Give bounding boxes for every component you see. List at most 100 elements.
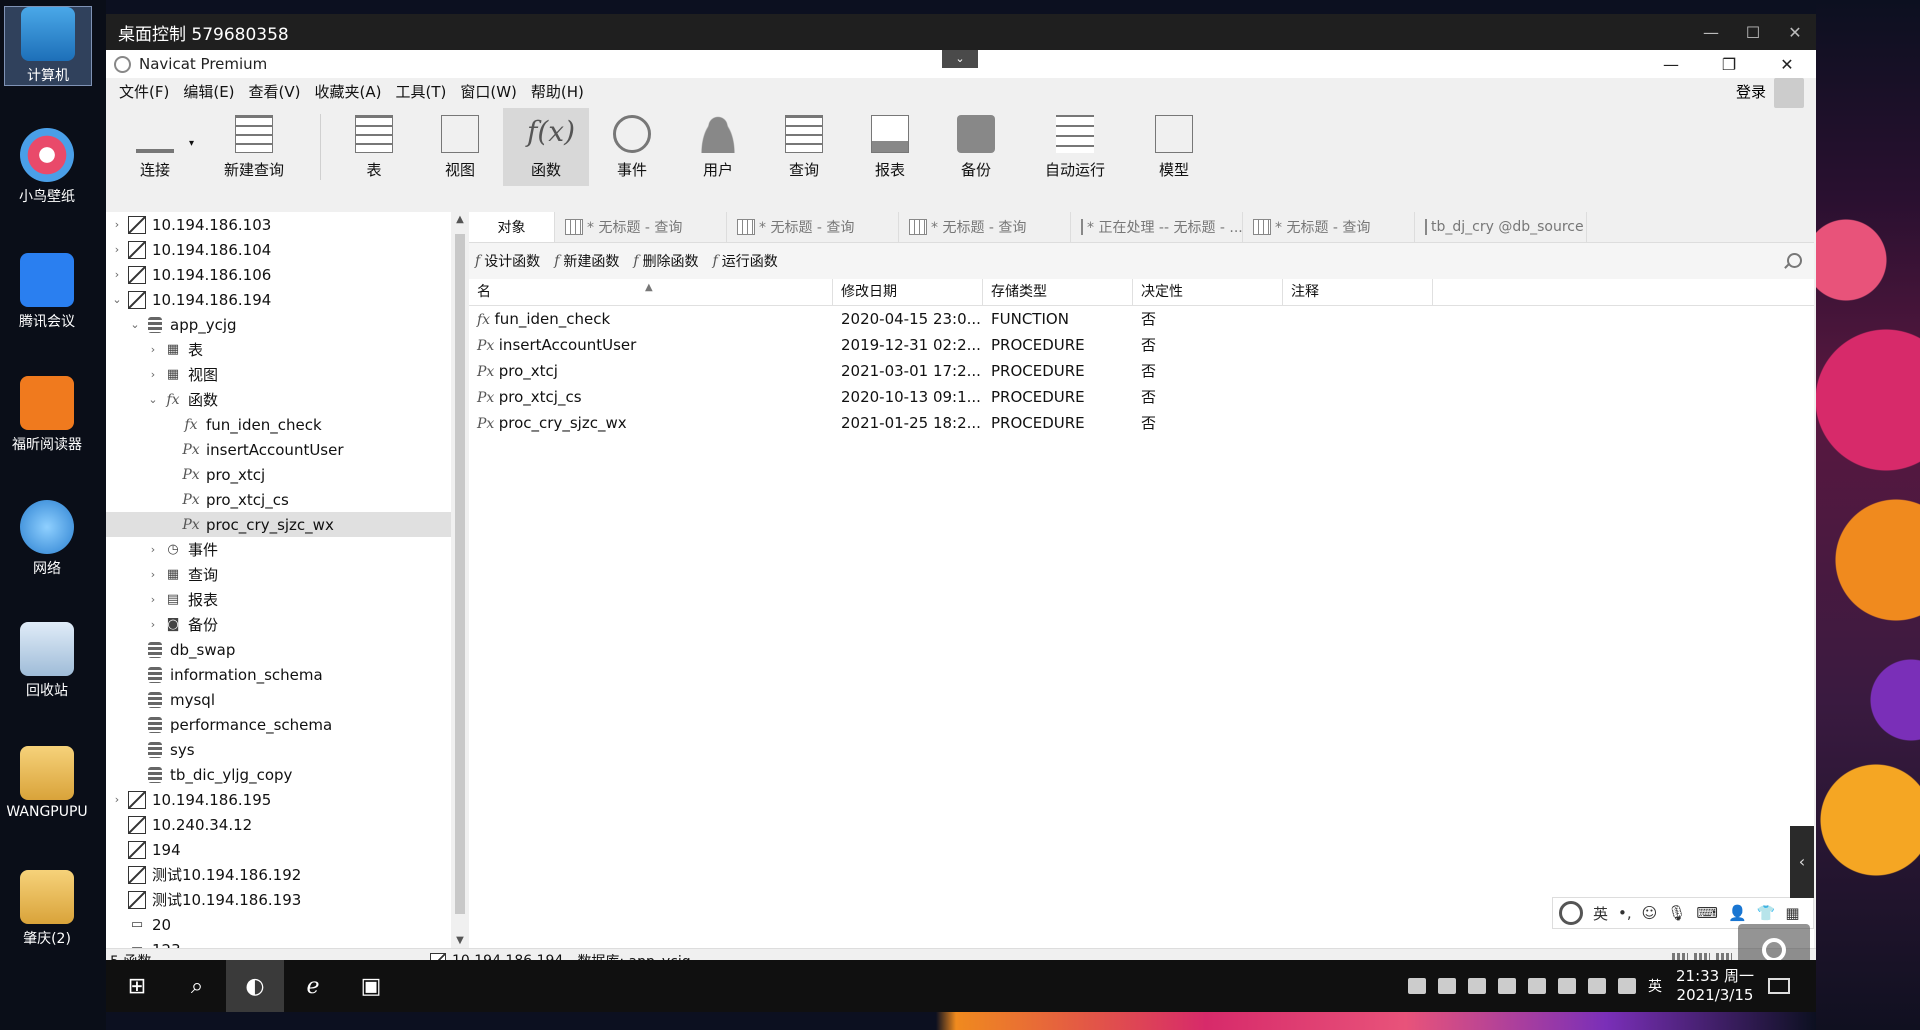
- windows-start-icon[interactable]: ⊞: [106, 960, 168, 1012]
- tray-app-icon[interactable]: [1408, 978, 1426, 994]
- desktop-icon-foxit-reader[interactable]: 福昕阅读器: [4, 376, 90, 454]
- tree-procedure-item[interactable]: Px proc_cry_sjzc_wx: [106, 512, 451, 537]
- tree-queries[interactable]: › ▦ 查询: [106, 562, 451, 587]
- tree-scrollbar[interactable]: ▲ ▼: [451, 212, 469, 948]
- remote-close-button[interactable]: ✕: [1774, 23, 1816, 42]
- tray-battery-icon[interactable]: [1558, 978, 1576, 994]
- tree-connection[interactable]: ▭123: [106, 937, 451, 949]
- list-row[interactable]: Px proc_cry_sjzc_wx 2021-01-25 18:2... P…: [469, 410, 1814, 436]
- toolbar-view-button[interactable]: 视图: [417, 108, 503, 186]
- skin-icon[interactable]: 👕: [1757, 904, 1776, 922]
- column-header-modified[interactable]: 修改日期: [833, 279, 983, 305]
- tray-ime-lang[interactable]: 英: [1648, 976, 1662, 996]
- taskbar-ie-icon[interactable]: ℯ: [284, 960, 342, 1012]
- tab-query-processing[interactable]: * 正在处理 -- 无标题 - ...: [1071, 212, 1243, 242]
- new-function-button[interactable]: f 新建函数: [554, 251, 619, 271]
- toolbar-user-button[interactable]: 用户: [675, 108, 761, 186]
- tray-sync-icon[interactable]: [1468, 978, 1486, 994]
- tray-clock[interactable]: 21:33 周一 2021/3/15: [1676, 967, 1754, 1005]
- search-icon[interactable]: [1787, 253, 1802, 268]
- chevron-right-icon[interactable]: ›: [146, 568, 160, 581]
- column-header-comment[interactable]: 注释: [1283, 279, 1433, 305]
- chevron-down-icon[interactable]: ⌄: [942, 50, 978, 68]
- tree-database[interactable]: mysql: [106, 687, 451, 712]
- scroll-up-arrow[interactable]: ▲: [451, 214, 469, 225]
- chevron-left-icon[interactable]: ‹: [1790, 826, 1814, 898]
- tree-functions[interactable]: ⌄ fx 函数: [106, 387, 451, 412]
- list-row[interactable]: fx fun_iden_check 2020-04-15 23:0... FUN…: [469, 306, 1814, 332]
- desktop-icon-network[interactable]: 网络: [4, 500, 90, 578]
- tree-procedure-item[interactable]: Px pro_xtcj: [106, 462, 451, 487]
- remote-maximize-button[interactable]: ☐: [1732, 23, 1774, 42]
- tree-database[interactable]: db_swap: [106, 637, 451, 662]
- tree-connection[interactable]: 194: [106, 837, 451, 862]
- restore-button[interactable]: ❐: [1700, 55, 1758, 74]
- scroll-down-arrow[interactable]: ▼: [451, 935, 469, 946]
- toolbar-report-button[interactable]: 报表: [847, 108, 933, 186]
- chevron-right-icon[interactable]: ›: [110, 793, 124, 806]
- tray-vpn-icon[interactable]: [1438, 978, 1456, 994]
- chevron-right-icon[interactable]: ›: [110, 243, 124, 256]
- tab-query[interactable]: * 无标题 - 查询: [555, 212, 727, 242]
- tree-events[interactable]: › ◷ 事件: [106, 537, 451, 562]
- tree-database[interactable]: information_schema: [106, 662, 451, 687]
- chevron-down-icon[interactable]: ⌄: [146, 393, 160, 406]
- menu-favorites[interactable]: 收藏夹(A): [308, 81, 389, 102]
- keyboard-icon[interactable]: ⌨: [1696, 904, 1718, 922]
- tree-database[interactable]: sys: [106, 737, 451, 762]
- wifi-icon[interactable]: [1588, 978, 1606, 994]
- ime-lang-toggle[interactable]: 英: [1593, 903, 1608, 924]
- toolbar-new-query-button[interactable]: 新建查询: [198, 108, 310, 186]
- tree-reports[interactable]: › ▤ 报表: [106, 587, 451, 612]
- punctuation-icon[interactable]: •,: [1618, 904, 1632, 922]
- column-header-type[interactable]: 存储类型: [983, 279, 1133, 305]
- menu-grid-icon[interactable]: ▦: [1785, 904, 1799, 922]
- menu-help[interactable]: 帮助(H): [524, 81, 591, 102]
- chevron-right-icon[interactable]: ›: [110, 218, 124, 231]
- desktop-icon-recycle-bin[interactable]: 回收站: [4, 622, 90, 700]
- tree-procedure-item[interactable]: Px pro_xtcj_cs: [106, 487, 451, 512]
- scrollbar-thumb[interactable]: [455, 234, 465, 914]
- tree-tables[interactable]: › ▦ 表: [106, 337, 451, 362]
- menu-edit[interactable]: 编辑(E): [176, 81, 241, 102]
- tree-connection[interactable]: ⌄ 10.194.186.194: [106, 287, 451, 312]
- list-row[interactable]: Px pro_xtcj_cs 2020-10-13 09:1... PROCED…: [469, 384, 1814, 410]
- toolbar-query-button[interactable]: 查询: [761, 108, 847, 186]
- toolbar-connect-button[interactable]: 连接 ▾: [112, 108, 198, 186]
- toolbar-event-button[interactable]: 事件: [589, 108, 675, 186]
- tree-connection[interactable]: › 10.194.186.104: [106, 237, 451, 262]
- chevron-right-icon[interactable]: ›: [146, 368, 160, 381]
- desktop-icon-computer[interactable]: 计算机: [4, 6, 92, 86]
- close-button[interactable]: ✕: [1758, 55, 1816, 74]
- tree-database[interactable]: tb_dic_yljg_copy: [106, 762, 451, 787]
- tree-connection[interactable]: › 10.194.186.195: [106, 787, 451, 812]
- menu-window[interactable]: 窗口(W): [453, 81, 524, 102]
- toolbar-model-button[interactable]: 模型: [1131, 108, 1217, 186]
- desktop-icon-wangpupu[interactable]: WANGPUPU: [4, 746, 90, 820]
- chevron-right-icon[interactable]: ›: [146, 343, 160, 356]
- tab-objects[interactable]: 对象: [469, 212, 555, 242]
- tab-table[interactable]: tb_dj_cry @db_source ...: [1415, 212, 1587, 242]
- avatar[interactable]: [1774, 78, 1804, 108]
- chevron-down-icon[interactable]: ⌄: [128, 318, 142, 331]
- user-icon[interactable]: 👤: [1728, 904, 1747, 922]
- design-function-button[interactable]: f 设计函数: [475, 251, 540, 271]
- delete-function-button[interactable]: f 删除函数: [633, 251, 698, 271]
- tree-connection[interactable]: 测试10.194.186.193: [106, 887, 451, 912]
- toolbar-automation-button[interactable]: 自动运行: [1019, 108, 1131, 186]
- menu-view[interactable]: 查看(V): [242, 81, 308, 102]
- tree-connection[interactable]: 10.240.34.12: [106, 812, 451, 837]
- menu-tools[interactable]: 工具(T): [388, 81, 453, 102]
- tab-query[interactable]: * 无标题 - 查询: [899, 212, 1071, 242]
- tree-database[interactable]: performance_schema: [106, 712, 451, 737]
- chevron-right-icon[interactable]: ›: [110, 268, 124, 281]
- sogou-icon[interactable]: [1559, 901, 1583, 925]
- taskbar-remote-icon[interactable]: ▣: [342, 960, 400, 1012]
- login-link[interactable]: 登录: [1736, 81, 1766, 102]
- tree-views[interactable]: › ▦ 视图: [106, 362, 451, 387]
- tree-connection[interactable]: › 10.194.186.103: [106, 212, 451, 237]
- toolbar-backup-button[interactable]: 备份: [933, 108, 1019, 186]
- search-icon[interactable]: ⌕: [168, 960, 226, 1012]
- list-row[interactable]: Px insertAccountUser 2019-12-31 02:2... …: [469, 332, 1814, 358]
- desktop-icon-zhaoqing[interactable]: 肇庆(2): [4, 870, 90, 948]
